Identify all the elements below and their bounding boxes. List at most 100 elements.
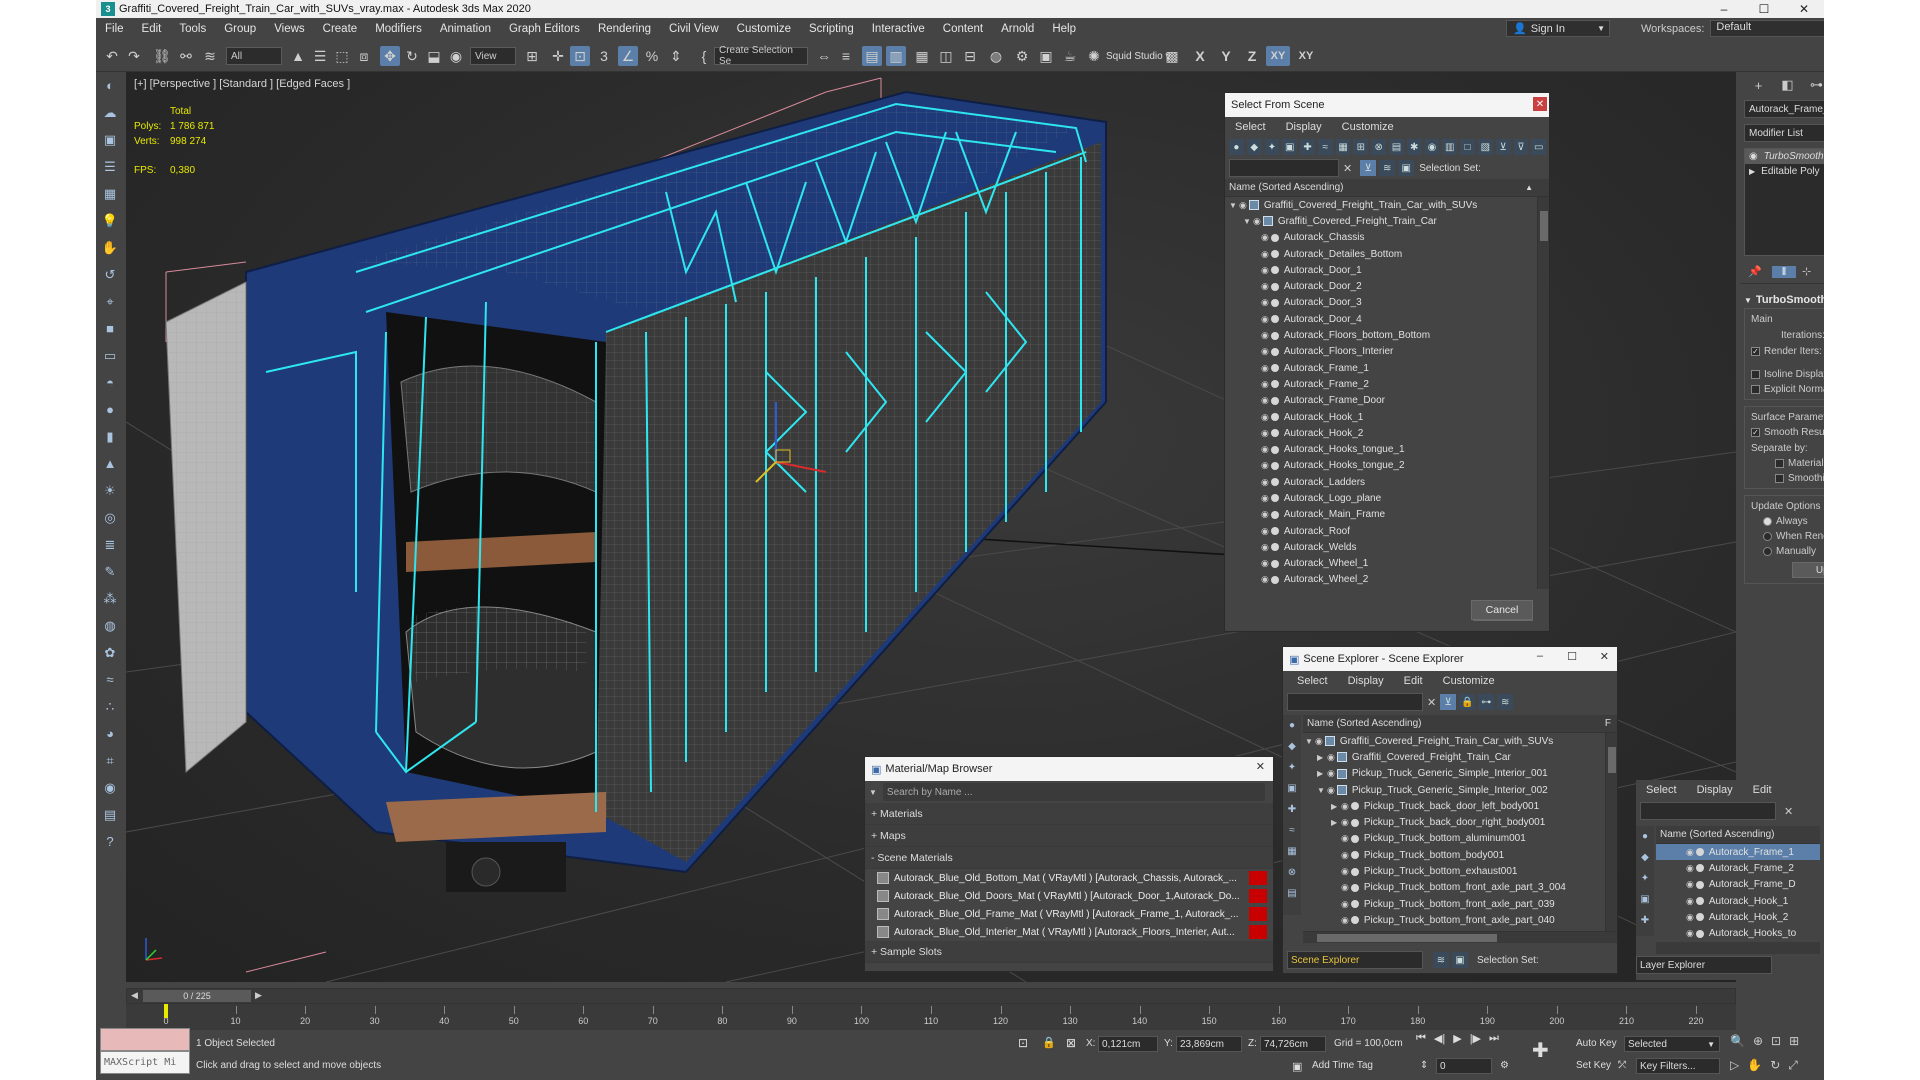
tree-row[interactable]: ▼ ◉ Graffiti_Covered_Freight_Train_Car — [1229, 213, 1549, 229]
menu-tools[interactable]: Tools — [170, 23, 215, 35]
mb-section-maps[interactable]: + Maps — [865, 825, 1273, 847]
tree-row[interactable]: ◉ Autorack_Ladders — [1229, 474, 1549, 490]
menu-group[interactable]: Group — [215, 23, 265, 35]
tree-row[interactable]: ◉ Autorack_Door_3 — [1229, 295, 1549, 311]
create-tab-icon[interactable]: + — [1744, 78, 1773, 93]
layers-icon[interactable]: ≋ — [1379, 160, 1396, 176]
helper-filter-icon[interactable]: ✚ — [1300, 139, 1315, 155]
tree-row[interactable]: ◉ Autorack_Main_Frame — [1229, 507, 1549, 523]
tree-row[interactable]: ◉ Autorack_Wheel_2 — [1229, 572, 1549, 588]
display-none-icon[interactable]: □ — [1460, 139, 1475, 155]
set-key-button[interactable]: Set Key — [1576, 1060, 1611, 1071]
smoothing-groups-checkbox[interactable] — [1775, 474, 1784, 483]
eye-icon[interactable]: ◉ — [1261, 330, 1269, 341]
eye-icon[interactable]: ◉ — [1261, 542, 1269, 553]
tree-row[interactable]: ▼ ◉ Graffiti_Covered_Freight_Train_Car_wit… — [1303, 733, 1617, 749]
material-item[interactable]: Autorack_Blue_Old_Bottom_Mat ( VRayMtl )… — [865, 869, 1273, 887]
eye-icon[interactable]: ◉ — [1261, 265, 1269, 276]
key-mode-icon[interactable]: ⤱ — [1618, 1060, 1626, 1071]
mb-section-sample-slots[interactable]: + Sample Slots — [865, 941, 1273, 963]
selection-set-icon[interactable]: ▣ — [1452, 952, 1468, 968]
named-selection-dropdown[interactable]: Create Selection Se — [714, 45, 808, 67]
tree-row[interactable]: ◉ Autorack_Frame_1 — [1656, 844, 1820, 861]
photo-icon[interactable]: ▣ — [96, 126, 124, 153]
eye-icon[interactable]: ◉ — [1261, 428, 1269, 439]
axis-y-button[interactable]: Y — [1216, 46, 1236, 66]
mb-search-input[interactable]: Search by Name ... — [882, 783, 1265, 801]
menu-scripting[interactable]: Scripting — [800, 23, 863, 35]
hair-fur-icon[interactable]: ≈ — [96, 666, 124, 693]
hierarchy-icon[interactable]: ⊶ — [1478, 694, 1495, 710]
make-unique-icon[interactable]: ⊹ — [1802, 265, 1824, 278]
eye-icon[interactable]: ◉ — [1261, 395, 1269, 406]
eye-icon[interactable]: ◉ — [1686, 928, 1694, 939]
modify-tab-icon[interactable]: ◧ — [1773, 77, 1802, 93]
plant-icon[interactable]: ✿ — [96, 639, 124, 666]
se-hscrollbar[interactable] — [1303, 931, 1617, 943]
le-menu-edit[interactable]: Edit — [1743, 784, 1782, 796]
eye-icon[interactable]: ◉ — [1261, 509, 1269, 520]
y-coordinate-field[interactable]: 23,869cm — [1176, 1036, 1242, 1052]
eye-icon[interactable]: ◉ — [1261, 493, 1269, 504]
close-icon[interactable]: ✕ — [1600, 650, 1609, 663]
lock-icon[interactable]: 🔒 — [1459, 694, 1476, 710]
eye-icon[interactable]: ◉ — [1261, 249, 1269, 260]
eye-icon[interactable]: ◉ — [1261, 297, 1269, 308]
tree-row[interactable]: ◉ Autorack_Hooks_tongue_2 — [1229, 458, 1549, 474]
camera-icon[interactable]: ⌖ — [96, 288, 124, 315]
show-end-result-icon[interactable]: ‖ — [1772, 265, 1796, 278]
expand-arrow-icon[interactable]: ▶ — [1331, 818, 1341, 827]
axis-x-button[interactable]: X — [1190, 46, 1210, 66]
tree-row[interactable]: ◉ Autorack_Hook_1 — [1229, 409, 1549, 425]
select-object-icon[interactable]: ▲ — [288, 46, 308, 66]
chevron-right-icon[interactable]: ▶ — [1749, 167, 1755, 176]
cancel-button[interactable]: Cancel — [1471, 600, 1533, 620]
bone-filter-icon[interactable]: ⊗ — [1283, 862, 1301, 883]
tree-row[interactable]: ◉ Autorack_Frame_2 — [1229, 376, 1549, 392]
material-item[interactable]: Autorack_Blue_Old_Frame_Mat ( VRayMtl ) … — [865, 905, 1273, 923]
eye-icon[interactable]: ◉ — [1261, 460, 1269, 471]
zoom-extents-icon[interactable]: ⊡ — [1771, 1034, 1781, 1048]
percent-snap-icon[interactable]: % — [642, 46, 662, 66]
key-set-dropdown[interactable]: Selected ▼ — [1624, 1036, 1720, 1052]
geometry-filter-icon[interactable]: ● — [1636, 826, 1654, 847]
add-time-tag[interactable]: Add Time Tag — [1312, 1060, 1373, 1071]
menu-interactive[interactable]: Interactive — [863, 23, 934, 35]
filter-icon[interactable]: ⊻ — [1495, 139, 1511, 155]
select-move-icon[interactable]: ✥ — [380, 46, 400, 66]
unlink-icon[interactable]: ⚯ — [176, 46, 196, 66]
render-setup-icon[interactable]: ⚙ — [1012, 46, 1032, 66]
place-icon[interactable]: ◉ — [446, 46, 466, 66]
time-config-icon[interactable]: ⇕ — [1420, 1060, 1428, 1071]
find-filter-icon[interactable]: ⊻ — [1440, 694, 1457, 710]
tree-row[interactable]: ▼ ◉ Graffiti_Covered_Freight_Train_Car_wit… — [1229, 197, 1549, 213]
menu-graph-editors[interactable]: Graph Editors — [500, 23, 589, 35]
particles-icon[interactable]: ∴ — [96, 693, 124, 720]
find-filter-icon[interactable]: ⊻ — [1360, 160, 1377, 176]
expand-arrow-icon[interactable]: ▶ — [1317, 753, 1327, 762]
sfs-menu-select[interactable]: Select — [1225, 121, 1276, 133]
tree-row[interactable]: ◉ Autorack_Detailes_Bottom — [1229, 246, 1549, 262]
le-column-header[interactable]: Name (Sorted Ascending) — [1656, 826, 1820, 844]
absolute-mode-icon[interactable]: ⊠ — [1066, 1036, 1076, 1050]
stack-item-editable-poly[interactable]: ▶ Editable Poly — [1745, 164, 1824, 179]
explicit-normals-checkbox[interactable] — [1751, 385, 1760, 394]
menu-views[interactable]: Views — [265, 23, 313, 35]
schematic-view-icon[interactable]: ⊟ — [960, 46, 980, 66]
se-menu-edit[interactable]: Edit — [1394, 675, 1433, 687]
eye-icon[interactable]: ◉ — [1341, 801, 1349, 812]
se-column-header[interactable]: Name (Sorted Ascending) F — [1303, 715, 1617, 733]
tree-row[interactable]: ◉ Autorack_Frame_2 — [1656, 860, 1820, 876]
zoom-extents-all-icon[interactable]: ⊞ — [1789, 1034, 1799, 1048]
helper-filter-icon[interactable]: ✚ — [1636, 910, 1654, 931]
next-frame-icon[interactable]: ▶ — [255, 990, 262, 1001]
le-hscrollbar[interactable] — [1656, 942, 1820, 954]
zoom-all-icon[interactable]: ⊕ — [1753, 1034, 1763, 1048]
squid-studio-icon[interactable]: ✺ — [1084, 46, 1104, 66]
light-filter-icon[interactable]: ✦ — [1636, 868, 1654, 889]
eye-icon[interactable]: ◉ — [1239, 200, 1247, 211]
sfs-search-input[interactable] — [1229, 159, 1339, 177]
eye-icon[interactable]: ◉ — [1261, 477, 1269, 488]
menu-create[interactable]: Create — [314, 23, 367, 35]
eye-icon[interactable]: ◉ — [1261, 314, 1269, 325]
